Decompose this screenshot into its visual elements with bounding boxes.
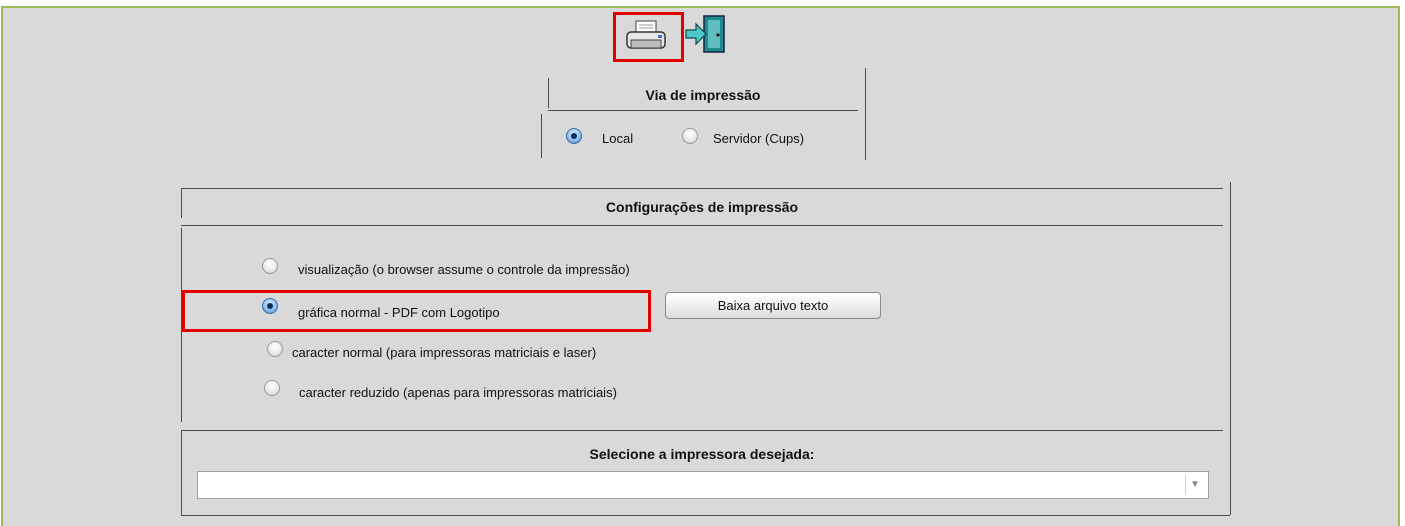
radio-local-label: Local <box>602 131 634 146</box>
radio-servidor-label: Servidor (Cups) <box>713 131 805 146</box>
radio-servidor[interactable] <box>682 128 698 144</box>
printer-icon[interactable] <box>622 18 672 56</box>
exit-door-icon[interactable] <box>684 14 730 56</box>
config-title: Configurações de impressão <box>605 199 799 215</box>
radio-visualizacao[interactable] <box>262 258 278 274</box>
via-box-right-border <box>865 68 866 160</box>
chevron-down-icon[interactable]: ▼ <box>1185 475 1204 495</box>
radio-grafica-normal[interactable] <box>262 298 278 314</box>
option-grafica-normal-label: gráfica normal - PDF com Logotipo <box>298 305 500 320</box>
option-visualizacao-label: visualização (o browser assume o control… <box>298 262 630 277</box>
printer-title: Selecione a impressora desejada: <box>589 446 815 462</box>
option-caracter-normal-label: caracter normal (para impressoras matric… <box>292 345 597 360</box>
via-title: Via de impressão <box>645 87 761 103</box>
printer-left-border <box>181 430 182 515</box>
option-caracter-reduzido-label: caracter reduzido (apenas para impressor… <box>299 385 617 400</box>
config-divider <box>181 225 1223 226</box>
radio-caracter-reduzido[interactable] <box>264 380 280 396</box>
config-right-border <box>1230 182 1231 515</box>
printer-select[interactable]: ▼ <box>197 471 1209 499</box>
download-text-button[interactable]: Baixa arquivo texto <box>665 292 881 319</box>
printer-top-border <box>181 430 1223 431</box>
printer-bottom-border <box>181 515 1230 516</box>
radio-caracter-normal[interactable] <box>267 341 283 357</box>
via-divider <box>548 110 858 111</box>
via-box-left-border <box>541 114 542 158</box>
radio-local[interactable] <box>566 128 582 144</box>
config-top-border <box>181 188 1223 189</box>
